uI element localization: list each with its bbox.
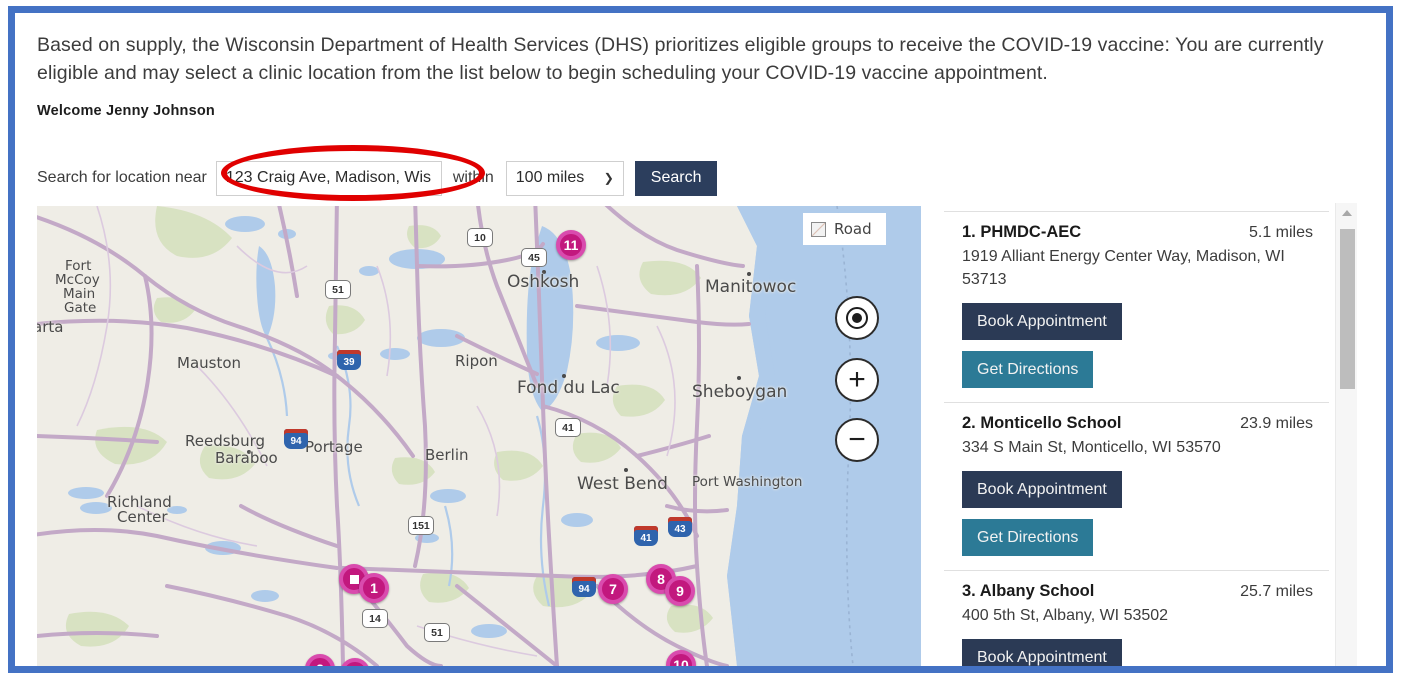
clinic-distance: 5.1 miles bbox=[1248, 224, 1313, 241]
city-dot bbox=[562, 374, 566, 378]
chevron-down-icon: ❯ bbox=[603, 171, 614, 185]
highway-shield-icon: 14 bbox=[362, 609, 388, 628]
clinic-results-list: 1. PHMDC-AEC 5.1 miles 1919 Alliant Energy… bbox=[944, 203, 1329, 666]
highway-shield-icon: 94 bbox=[284, 429, 308, 449]
book-appointment-button[interactable]: Book Appointment bbox=[962, 471, 1122, 508]
city-dot bbox=[247, 450, 251, 454]
search-label: Search for location near bbox=[37, 169, 207, 186]
plus-icon: + bbox=[848, 363, 866, 396]
clinic-address: 1919 Alliant Energy Center Way, Madison,… bbox=[962, 248, 1285, 288]
zoom-out-button[interactable]: − bbox=[835, 418, 879, 462]
locate-me-button[interactable] bbox=[835, 296, 879, 340]
highway-shield-icon: 41 bbox=[634, 526, 658, 546]
minus-icon: − bbox=[848, 423, 866, 456]
clinic-results-panel: 1. PHMDC-AEC 5.1 miles 1919 Alliant Energy… bbox=[944, 203, 1357, 666]
clinic-name: 1. PHMDC-AEC bbox=[962, 223, 1082, 241]
city-dot bbox=[624, 468, 628, 472]
map-pin-7[interactable]: 7 bbox=[598, 574, 628, 604]
highway-shield-icon: 43 bbox=[668, 517, 692, 537]
map-layer-icon bbox=[811, 221, 826, 237]
radius-selected-value: 100 miles bbox=[515, 169, 585, 186]
book-appointment-button[interactable]: Book Appointment bbox=[962, 303, 1122, 340]
map-pin-9[interactable]: 9 bbox=[665, 576, 695, 606]
search-button[interactable]: Search bbox=[634, 160, 718, 196]
clinic-name: 3. Albany School bbox=[962, 582, 1095, 600]
highway-shield-icon: 10 bbox=[467, 228, 493, 247]
highway-shield-icon: 51 bbox=[424, 623, 450, 642]
locate-icon bbox=[846, 307, 868, 329]
highway-shield-icon: 45 bbox=[521, 248, 547, 267]
results-scrollbar[interactable] bbox=[1335, 203, 1357, 666]
highway-shield-icon: 94 bbox=[572, 577, 596, 597]
search-bar: Search for location near within 100 mile… bbox=[37, 156, 1357, 200]
clinic-result-item: 2. Monticello School 23.9 miles 334 S Main… bbox=[944, 402, 1329, 570]
city-dot bbox=[737, 376, 741, 380]
search-input[interactable] bbox=[215, 160, 442, 196]
highway-shield-icon: 41 bbox=[555, 418, 581, 437]
clinic-result-item: 1. PHMDC-AEC 5.1 miles 1919 Alliant Energy… bbox=[944, 211, 1329, 402]
clinic-result-header: 2. Monticello School 23.9 miles bbox=[962, 414, 1329, 433]
scroll-up-arrow-icon[interactable] bbox=[1336, 203, 1357, 223]
city-dot bbox=[542, 270, 546, 274]
radius-select[interactable]: 100 miles ❯ bbox=[505, 160, 624, 196]
map-graphics bbox=[37, 206, 921, 666]
clinic-result-header: 3. Albany School 25.7 miles bbox=[962, 582, 1329, 601]
map-type-button[interactable]: Road bbox=[803, 213, 886, 245]
page-content: Based on supply, the Wisconsin Departmen… bbox=[15, 13, 1386, 666]
clinic-distance: 23.9 miles bbox=[1240, 415, 1313, 432]
zoom-in-button[interactable]: + bbox=[835, 358, 879, 402]
highway-shield-icon: 39 bbox=[337, 350, 361, 370]
highway-shield-icon: 151 bbox=[408, 516, 434, 535]
map-type-label: Road bbox=[834, 220, 872, 238]
book-appointment-button[interactable]: Book Appointment bbox=[962, 639, 1122, 666]
map-pin-1[interactable]: 1 bbox=[359, 573, 389, 603]
get-directions-button[interactable]: Get Directions bbox=[962, 351, 1094, 388]
map-canvas[interactable]: Fort McCoy Main Gate arta Mauston Reedsburg Bar… bbox=[37, 206, 921, 666]
clinic-name: 2. Monticello School bbox=[962, 414, 1122, 432]
clinic-distance: 25.7 miles bbox=[1240, 583, 1313, 600]
scrollbar-thumb[interactable] bbox=[1340, 229, 1355, 389]
clinic-result-item: 3. Albany School 25.7 miles 400 5th St, Al… bbox=[944, 570, 1329, 666]
clinic-address: 334 S Main St, Monticello, WI 53570 bbox=[962, 439, 1221, 456]
map-pin-11[interactable]: 11 bbox=[556, 230, 586, 260]
city-dot bbox=[747, 272, 751, 276]
clinic-result-header: 1. PHMDC-AEC 5.1 miles bbox=[962, 223, 1329, 242]
clinic-address: 400 5th St, Albany, WI 53502 bbox=[962, 607, 1169, 624]
app-window-frame: Based on supply, the Wisconsin Departmen… bbox=[8, 6, 1393, 673]
highway-shield-icon: 51 bbox=[325, 280, 351, 299]
within-label: within bbox=[452, 169, 494, 186]
get-directions-button[interactable]: Get Directions bbox=[962, 519, 1094, 556]
welcome-message: Welcome Jenny Johnson bbox=[37, 103, 215, 119]
eligibility-intro-text: Based on supply, the Wisconsin Departmen… bbox=[37, 34, 1324, 84]
